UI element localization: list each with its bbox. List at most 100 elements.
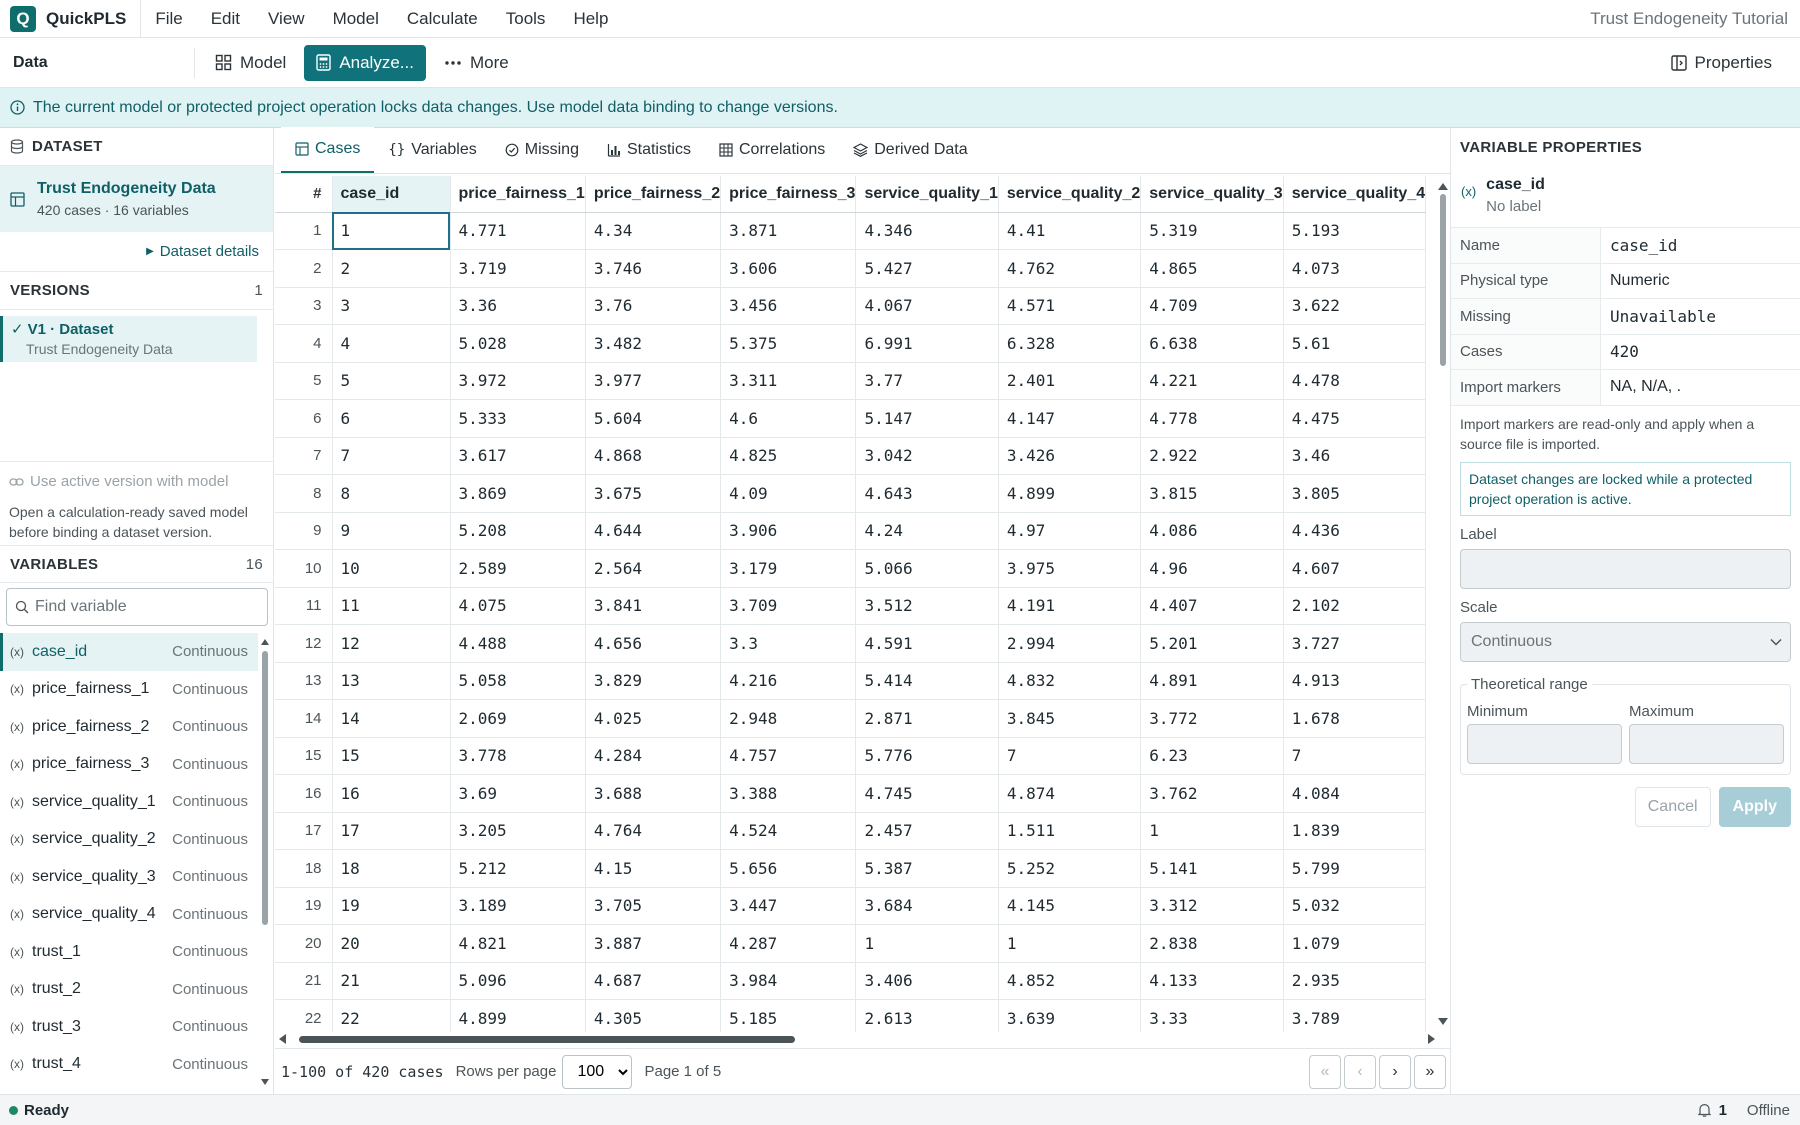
table-cell[interactable]: 22 <box>332 999 451 1032</box>
menu-calculate[interactable]: Calculate <box>393 9 492 29</box>
table-cell[interactable]: 4.874 <box>998 774 1142 813</box>
minimum-input[interactable] <box>1467 723 1622 764</box>
table-cell[interactable]: 3.871 <box>720 212 857 250</box>
table-cell[interactable]: 4.891 <box>1140 662 1284 700</box>
table-cell[interactable]: 3.36 <box>450 287 586 325</box>
table-cell[interactable]: 4.436 <box>1283 512 1427 550</box>
scale-select[interactable]: Continuous <box>1460 621 1791 662</box>
table-cell[interactable]: 2.613 <box>855 999 999 1032</box>
table-cell[interactable]: 3.841 <box>585 587 722 625</box>
table-cell[interactable]: 4.287 <box>720 924 857 963</box>
variable-list-item[interactable]: (x) trust_2 Continuous <box>0 971 258 1009</box>
table-cell[interactable]: 4.745 <box>855 774 999 813</box>
table-cell[interactable]: 4.09 <box>720 474 857 513</box>
table-cell[interactable]: 5.058 <box>450 662 586 700</box>
table-cell[interactable]: 4.607 <box>1283 549 1427 588</box>
table-cell[interactable]: 3.805 <box>1283 474 1427 513</box>
table-cell[interactable]: 5.427 <box>855 249 999 288</box>
table-cell[interactable]: 4.475 <box>1283 399 1427 438</box>
table-cell[interactable]: 4.778 <box>1140 399 1284 438</box>
table-cell[interactable]: 7 <box>998 737 1142 775</box>
table-cell[interactable]: 5.096 <box>450 962 586 1000</box>
table-cell[interactable]: 4.34 <box>585 212 722 250</box>
table-cell[interactable]: 5.387 <box>855 849 999 888</box>
table-cell[interactable]: 3.972 <box>450 362 586 400</box>
label-input[interactable] <box>1460 548 1791 589</box>
table-cell[interactable]: 3.977 <box>585 362 722 400</box>
column-header[interactable]: price_fairness_2 <box>585 176 722 213</box>
table-cell[interactable]: 1.839 <box>1283 812 1427 850</box>
table-cell[interactable]: 4.284 <box>585 737 722 775</box>
table-cell[interactable]: 3.887 <box>585 924 722 963</box>
variable-list-item[interactable]: (x) service_quality_3 Continuous <box>0 858 258 896</box>
column-header[interactable]: service_quality_3 <box>1140 176 1284 213</box>
use-active-version-button[interactable]: Use active version with model <box>0 461 273 501</box>
column-header[interactable]: service_quality_2 <box>998 176 1142 213</box>
table-cell[interactable]: 4.15 <box>585 849 722 888</box>
table-cell[interactable]: 3.76 <box>585 287 722 325</box>
table-cell[interactable]: 4.6 <box>720 399 857 438</box>
table-cell[interactable]: 4.709 <box>1140 287 1284 325</box>
table-cell[interactable]: 11 <box>332 587 451 625</box>
table-cell[interactable]: 2.948 <box>720 699 857 738</box>
last-page-button[interactable]: » <box>1414 1054 1446 1089</box>
table-cell[interactable]: 21 <box>332 962 451 1000</box>
table-cell[interactable]: 12 <box>332 624 451 663</box>
table-cell[interactable]: 4.41 <box>998 212 1142 250</box>
version-item[interactable]: ✓ V1 · Dataset Trust Endogeneity Data <box>0 316 257 362</box>
table-cell[interactable]: 2.564 <box>585 549 722 588</box>
table-cell[interactable]: 4.97 <box>998 512 1142 550</box>
table-cell[interactable]: 5.141 <box>1140 849 1284 888</box>
variable-list-item[interactable]: (x) price_fairness_1 Continuous <box>0 671 258 709</box>
table-cell[interactable]: 3 <box>332 287 451 325</box>
tab-statistics[interactable]: Statistics <box>593 127 705 173</box>
table-cell[interactable]: 2.069 <box>450 699 586 738</box>
table-cell[interactable]: 3.675 <box>585 474 722 513</box>
table-cell[interactable]: 5.604 <box>585 399 722 438</box>
table-cell[interactable]: 4.852 <box>998 962 1142 1000</box>
table-cell[interactable]: 4.591 <box>855 624 999 663</box>
table-cell[interactable]: 3.815 <box>1140 474 1284 513</box>
table-cell[interactable]: 3.3 <box>720 624 857 663</box>
table-cell[interactable]: 3.456 <box>720 287 857 325</box>
table-cell[interactable]: 4.757 <box>720 737 857 775</box>
table-cell[interactable]: 4.221 <box>1140 362 1284 400</box>
table-cell[interactable]: 4.075 <box>450 587 586 625</box>
tab-cases[interactable]: Cases <box>281 127 375 173</box>
table-cell[interactable]: 3.189 <box>450 887 586 925</box>
table-cell[interactable]: 2.102 <box>1283 587 1427 625</box>
table-cell[interactable]: 4.96 <box>1140 549 1284 588</box>
table-cell[interactable]: 3.482 <box>585 324 722 363</box>
table-cell[interactable]: 7 <box>1283 737 1427 775</box>
table-cell[interactable]: 4.832 <box>998 662 1142 700</box>
table-cell[interactable]: 3.789 <box>1283 999 1427 1032</box>
menu-edit[interactable]: Edit <box>197 9 254 29</box>
table-cell[interactable]: 3.719 <box>450 249 586 288</box>
table-cell[interactable]: 4.899 <box>450 999 586 1032</box>
table-cell[interactable]: 5.208 <box>450 512 586 550</box>
table-cell[interactable]: 6.23 <box>1140 737 1284 775</box>
table-cell[interactable]: 3.312 <box>1140 887 1284 925</box>
tab-derived-data[interactable]: Derived Data <box>839 127 981 173</box>
table-cell[interactable]: 3.512 <box>855 587 999 625</box>
table-cell[interactable]: 5.333 <box>450 399 586 438</box>
rows-per-page-select[interactable]: 100 <box>562 1054 633 1089</box>
table-cell[interactable]: 13 <box>332 662 451 700</box>
variable-list-item[interactable]: (x) price_fairness_3 Continuous <box>0 746 258 784</box>
table-cell[interactable]: 5.776 <box>855 737 999 775</box>
variable-search[interactable] <box>6 588 268 626</box>
table-cell[interactable]: 3.622 <box>1283 287 1427 325</box>
variable-list-item[interactable]: (x) trust_4 Continuous <box>0 1046 258 1084</box>
table-cell[interactable]: 4.771 <box>450 212 586 250</box>
table-cell[interactable]: 4.865 <box>1140 249 1284 288</box>
table-cell[interactable]: 4.821 <box>450 924 586 963</box>
table-cell[interactable]: 4.478 <box>1283 362 1427 400</box>
table-cell[interactable]: 3.906 <box>720 512 857 550</box>
menu-help[interactable]: Help <box>559 9 622 29</box>
table-cell[interactable]: 4.524 <box>720 812 857 850</box>
table-cell[interactable]: 20 <box>332 924 451 963</box>
dataset-card[interactable]: Trust Endogeneity Data 420 cases · 16 va… <box>0 166 273 232</box>
column-header[interactable]: case_id <box>332 176 451 213</box>
table-cell[interactable]: 7 <box>332 437 451 475</box>
table-cell[interactable]: 8 <box>332 474 451 513</box>
